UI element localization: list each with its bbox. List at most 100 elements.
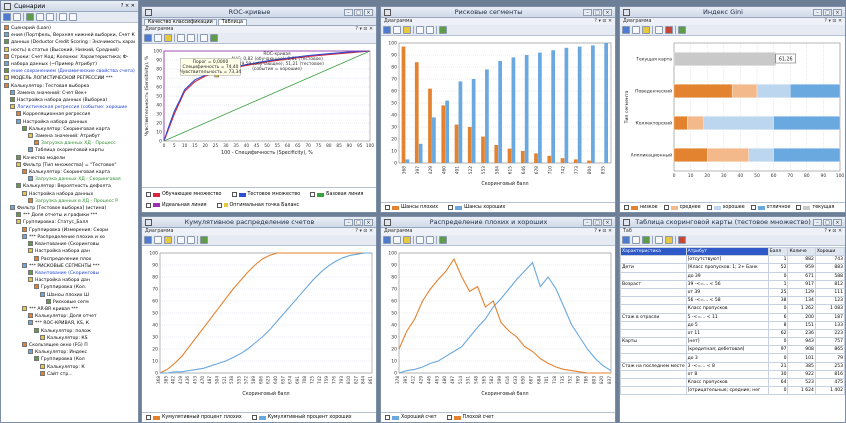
new-node-icon[interactable]	[3, 13, 11, 21]
legend-icon[interactable]	[403, 236, 411, 244]
table-sub-controls[interactable]: ? ▾ ⊡ ✕	[824, 229, 842, 234]
tree-node[interactable]: Распределение плох	[4, 255, 135, 263]
tree-node[interactable]: Загрузка данных ХД - Процесс	[4, 140, 135, 147]
export-icon[interactable]	[439, 236, 447, 244]
copy-chart-icon[interactable]	[200, 34, 208, 42]
zoom-icon[interactable]	[177, 236, 185, 244]
export-icon[interactable]	[678, 236, 686, 244]
risk-sub-controls[interactable]: ? ▾ ⊡ ✕	[594, 19, 612, 24]
zoom-icon[interactable]	[655, 26, 663, 34]
table-row[interactable]: до 3 0 101 79	[620, 353, 845, 363]
close-button[interactable]: ×	[833, 8, 842, 16]
legend-icon[interactable]	[164, 34, 172, 42]
table-row[interactable]: до 5 8 151 133	[620, 320, 845, 330]
tree-node[interactable]: Калькулятор: Вероятность дефолта	[4, 183, 135, 190]
tree-node[interactable]: *** РИСКОВЫЕ СЕГМЕНТЫ ***	[4, 262, 135, 270]
table-row[interactable]: от 11 62 236 223	[620, 328, 845, 339]
legend-optimal[interactable]: Оптимальная точка Баланс	[216, 201, 299, 211]
tree-node[interactable]: Таблица скоринговой карты	[4, 147, 135, 154]
maximize-button[interactable]: □	[593, 218, 602, 226]
filter-icon[interactable]	[59, 13, 67, 21]
roc-sub-controls[interactable]: ? ▾ ⊡ ✕	[355, 27, 373, 32]
print-icon[interactable]	[426, 236, 434, 244]
close-button[interactable]: ×	[833, 218, 842, 226]
maximize-button[interactable]: □	[823, 8, 832, 16]
tree-node[interactable]: *** Доля отчеты и графики ***	[4, 212, 135, 219]
table-row[interactable]: от 39 25 129 111	[620, 287, 845, 298]
delete-icon[interactable]	[665, 26, 673, 34]
gini-sub-controls[interactable]: ? ▾ ⊡ ✕	[824, 19, 842, 24]
table-row[interactable]: Карты [нет] 0 943 757	[620, 337, 845, 347]
dist-sub-controls[interactable]: ? ▾ ⊡ ✕	[594, 229, 612, 234]
sort-icon[interactable]	[655, 236, 663, 244]
legend-icon[interactable]	[403, 26, 411, 34]
tree-node[interactable]: ение сохранением (Динамические свойства …	[4, 68, 135, 75]
table-row[interactable]: Класс пропусков 64 523 475	[620, 377, 845, 388]
maximize-button[interactable]: □	[354, 218, 363, 226]
tree-node[interactable]: Калькулятор: Индекс	[4, 349, 135, 356]
run-icon[interactable]	[26, 13, 34, 21]
tree-node[interactable]: набора данных (~Пример Атрибут)	[4, 61, 135, 68]
chart-type-icon[interactable]	[144, 34, 152, 42]
minimize-button[interactable]: –	[344, 218, 353, 226]
tree-node[interactable]: ность) в статье (Высокий, Низкий, Средни…	[4, 46, 135, 54]
sort-icon[interactable]	[69, 13, 77, 21]
tree-node[interactable]: Квантование (Скоринговы	[4, 269, 135, 277]
close-button[interactable]: ×	[603, 218, 612, 226]
tree-node[interactable]: Калькулятор: полож	[4, 327, 135, 335]
legend-current[interactable]: текущая	[796, 205, 834, 210]
series-icon[interactable]	[154, 34, 162, 42]
table-row[interactable]: Возраст 39 -<=... < 56 1 917 812	[620, 279, 845, 289]
series-icon[interactable]	[154, 236, 162, 244]
tree-node[interactable]: Логистическая регрессия (событие: хороши…	[4, 104, 135, 111]
tree-node[interactable]: Фильтр [Тестовое выборка] (истина)	[4, 205, 135, 212]
export-icon[interactable]	[210, 34, 218, 42]
minimize-button[interactable]: –	[813, 8, 822, 16]
table-row[interactable]: Дети [Класс пропусков: 1; 2+ Банк 52 959 883	[620, 263, 845, 273]
zoom-icon[interactable]	[416, 236, 424, 244]
tree-node[interactable]: Фильтр [Тип множества] = "Тестовое"	[4, 161, 135, 169]
tree-node[interactable]: Группировка (Кол.	[4, 284, 135, 291]
tree-node[interactable]: Сценарий (Loan)	[4, 25, 135, 32]
scenario-controls[interactable]: ? × ✕	[121, 3, 135, 9]
col-attribute[interactable]: Атрибут	[685, 247, 769, 257]
chart-type-icon[interactable]	[144, 236, 152, 244]
chart-type-icon[interactable]	[383, 26, 391, 34]
sigma-icon[interactable]	[642, 236, 650, 244]
legend-cum-bad[interactable]: Кумулятивный процент плохих	[146, 415, 242, 420]
table-row[interactable]: [отсутствуют] 1 882 743	[620, 255, 845, 265]
print-icon[interactable]	[426, 26, 434, 34]
legend-medium[interactable]: среднее	[663, 205, 701, 210]
close-button[interactable]: ×	[364, 218, 373, 226]
export-icon[interactable]	[200, 236, 208, 244]
tree-node[interactable]: Загрузка данных в ХД - Процесс Р	[4, 197, 135, 205]
series-icon[interactable]	[393, 236, 401, 244]
tree-node[interactable]: Шансы плохих Ш	[4, 291, 135, 299]
export-icon[interactable]	[678, 26, 686, 34]
legend-test[interactable]: Тестовое множество	[231, 190, 300, 200]
paste-icon[interactable]	[46, 13, 54, 21]
minimize-button[interactable]: –	[813, 218, 822, 226]
col-score[interactable]: Балл	[767, 247, 789, 257]
tree-node[interactable]: Загрузка данных ХД - Скоринговая	[4, 176, 135, 183]
tree-node[interactable]: Группировка (Кол	[4, 356, 135, 363]
chart-type-icon[interactable]	[383, 236, 391, 244]
tree-node[interactable]: Замена значений: Атрибут	[4, 133, 135, 140]
tree-node[interactable]: Калькулятор: КS	[4, 334, 135, 342]
maximize-button[interactable]: □	[593, 8, 602, 16]
table-row[interactable]: от 8 30 922 816	[620, 369, 845, 380]
minimize-button[interactable]: –	[583, 8, 592, 16]
tree-node[interactable]: МОДЕЛЬ ЛОГИСТИЧЕСКОЙ РЕГРЕССИИ ***	[4, 75, 135, 82]
legend-good-odds[interactable]: Шансы хороших	[448, 205, 505, 210]
legend-good-account[interactable]: Хороший счет	[385, 415, 437, 420]
zoom-icon[interactable]	[177, 34, 185, 42]
col-good[interactable]: Хороши	[814, 247, 845, 257]
series-icon[interactable]	[393, 26, 401, 34]
tree-node[interactable]: Скользящее окно (FG) П	[4, 341, 135, 349]
tree-node[interactable]: Настройка набора дан	[4, 277, 135, 284]
legend-excellent[interactable]: отличное	[750, 205, 790, 210]
table-row[interactable]: [кредитная; дебетовая] 97 908 865	[620, 345, 845, 355]
table-row[interactable]: Стаж на последнем месте 3 -<=... < 8 21 385…	[620, 361, 845, 371]
zoom-icon[interactable]	[416, 26, 424, 34]
tree-node[interactable]: Настройка набора данных	[4, 118, 135, 126]
